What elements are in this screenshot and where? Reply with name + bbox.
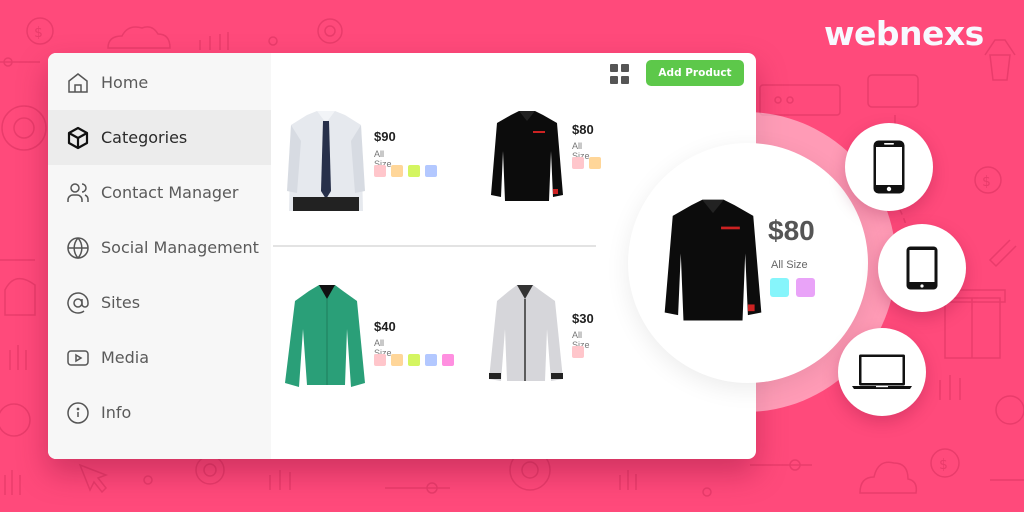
product-price: $90 — [374, 129, 396, 144]
product-price: $40 — [374, 319, 396, 334]
sidebar-item-contact-manager[interactable]: Contact Manager — [48, 165, 271, 220]
product-image — [489, 285, 563, 381]
at-sign-icon — [65, 290, 91, 316]
featured-color-swatches — [770, 278, 815, 297]
color-swatches — [374, 165, 437, 177]
row-divider — [273, 245, 596, 247]
color-swatch[interactable] — [572, 346, 584, 358]
svg-text:$: $ — [939, 457, 948, 473]
svg-text:$: $ — [34, 25, 43, 41]
color-swatch[interactable] — [374, 354, 386, 366]
color-swatches — [374, 354, 454, 366]
color-swatch[interactable] — [391, 354, 403, 366]
color-swatches — [572, 346, 584, 358]
color-swatch[interactable] — [589, 157, 601, 169]
laptop-icon — [852, 354, 912, 389]
sidebar-item-sites[interactable]: Sites — [48, 275, 271, 330]
featured-product-image — [664, 199, 762, 321]
featured-size: All Size — [771, 259, 808, 271]
users-icon — [65, 180, 91, 206]
cube-icon — [65, 125, 91, 151]
featured-price: $80 — [768, 215, 815, 246]
product-image — [287, 111, 365, 211]
tablet-icon — [906, 246, 938, 290]
color-swatch[interactable] — [425, 165, 437, 177]
color-swatch[interactable] — [770, 278, 789, 297]
device-laptop-button[interactable] — [838, 328, 926, 416]
featured-product[interactable]: $80 All Size — [628, 143, 868, 383]
sidebar-item-label: Info — [101, 403, 132, 422]
sidebar-item-label: Categories — [101, 128, 188, 147]
color-swatch[interactable] — [796, 278, 815, 297]
info-icon — [65, 400, 91, 426]
smartphone-icon — [873, 140, 905, 194]
brand-logo: webnexs — [824, 14, 984, 53]
sidebar: Home Categories Contact Manager Social M… — [48, 53, 271, 459]
product-image — [285, 285, 365, 387]
color-swatch[interactable] — [408, 354, 420, 366]
sidebar-item-label: Sites — [101, 293, 141, 312]
sidebar-item-social-management[interactable]: Social Management — [48, 220, 271, 275]
color-swatch[interactable] — [425, 354, 437, 366]
product-image — [491, 111, 563, 201]
add-product-button[interactable]: Add Product — [646, 60, 744, 86]
device-smartphone-button[interactable] — [845, 123, 933, 211]
sidebar-item-home[interactable]: Home — [48, 55, 271, 110]
device-tablet-button[interactable] — [878, 224, 966, 312]
globe-icon — [65, 235, 91, 261]
sidebar-item-info[interactable]: Info — [48, 385, 271, 440]
color-swatch[interactable] — [408, 165, 420, 177]
product-price: $80 — [572, 122, 594, 137]
product-price: $30 — [572, 311, 594, 326]
svg-text:$: $ — [982, 174, 991, 190]
color-swatch[interactable] — [391, 165, 403, 177]
sidebar-item-media[interactable]: Media — [48, 330, 271, 385]
play-icon — [65, 345, 91, 371]
grid-icon — [610, 64, 618, 72]
sidebar-item-label: Media — [101, 348, 150, 367]
color-swatch[interactable] — [572, 157, 584, 169]
sidebar-item-categories[interactable]: Categories — [48, 110, 271, 165]
sidebar-item-label: Home — [101, 73, 149, 92]
home-icon — [65, 70, 91, 96]
sidebar-item-label: Social Management — [101, 238, 259, 257]
sidebar-item-label: Contact Manager — [101, 183, 239, 202]
color-swatches — [572, 157, 601, 169]
color-swatch[interactable] — [374, 165, 386, 177]
color-swatch[interactable] — [442, 354, 454, 366]
grid-view-button[interactable] — [610, 64, 630, 84]
